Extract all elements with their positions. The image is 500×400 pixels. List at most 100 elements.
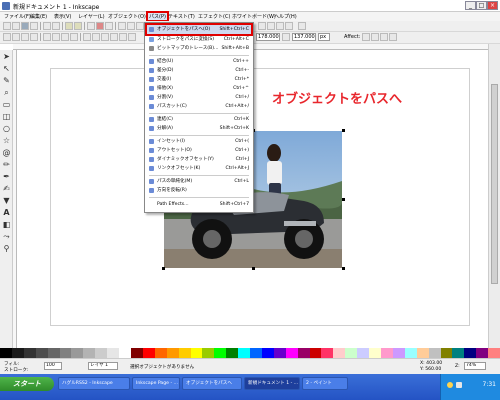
- color-swatch[interactable]: [309, 348, 322, 358]
- menu-item-reverse[interactable]: 方向を反転(R): [147, 186, 251, 195]
- menu-item-trace-bitmap[interactable]: ビットマップのトレース(B)... Shift+Alt+B: [147, 44, 251, 53]
- preferences-icon[interactable]: [298, 22, 306, 30]
- lower-bottom-icon[interactable]: [70, 33, 78, 41]
- color-swatch[interactable]: [369, 348, 381, 358]
- color-swatch[interactable]: [83, 348, 96, 358]
- width-field[interactable]: 178.000: [256, 33, 280, 41]
- menu-whiteboard[interactable]: ホワイトボード(W): [232, 13, 276, 20]
- color-swatch[interactable]: [440, 348, 453, 358]
- new-document-icon[interactable]: [3, 22, 11, 30]
- vertical-scrollbar[interactable]: [488, 44, 500, 348]
- color-swatch[interactable]: [35, 348, 48, 358]
- color-swatch[interactable]: [71, 348, 84, 358]
- menu-item-inset[interactable]: インセット(I) Ctrl+(: [147, 137, 251, 146]
- deselect-icon[interactable]: [101, 33, 109, 41]
- box3d-tool-icon[interactable]: ◫: [2, 112, 11, 121]
- zoom-selection-icon[interactable]: [118, 22, 126, 30]
- start-button[interactable]: スタート: [0, 377, 54, 391]
- menu-text[interactable]: テキスト(T): [168, 13, 195, 20]
- tweak-tool-icon[interactable]: ✎: [2, 76, 11, 85]
- opacity-field[interactable]: 100: [44, 362, 62, 370]
- menu-item-break-apart[interactable]: 分解(A) Shift+Ctrl+K: [147, 124, 251, 133]
- menu-object[interactable]: オブジェクト(O): [108, 13, 146, 20]
- fill-stroke-icon[interactable]: [267, 22, 275, 30]
- flip-vertical-icon[interactable]: [30, 33, 38, 41]
- gradient-tool-icon[interactable]: ◧: [2, 220, 11, 229]
- color-swatch[interactable]: [190, 348, 203, 358]
- menu-item-path-effects[interactable]: Path Effects... Shift+Ctrl+7: [147, 200, 251, 209]
- selection-handle[interactable]: [162, 267, 165, 270]
- flip-horizontal-icon[interactable]: [21, 33, 29, 41]
- paste-icon[interactable]: [96, 22, 104, 30]
- move-patterns-icon[interactable]: [389, 33, 397, 41]
- color-swatch[interactable]: [345, 348, 358, 358]
- color-swatch[interactable]: [23, 348, 36, 358]
- raise-top-icon[interactable]: [43, 33, 51, 41]
- taskbar-item-active[interactable]: 新規ドキュメント 1 - ...: [244, 377, 300, 390]
- move-gradients-icon[interactable]: [380, 33, 388, 41]
- scale-stroke-icon[interactable]: [362, 33, 370, 41]
- select-all-icon[interactable]: [83, 33, 91, 41]
- align-distribute-icon[interactable]: [128, 33, 136, 41]
- open-icon[interactable]: [12, 22, 20, 30]
- color-swatch[interactable]: [178, 348, 191, 358]
- color-swatch[interactable]: [464, 348, 477, 358]
- menu-item-stroke-to-path[interactable]: ストロークをパスに変換(S) Ctrl+Alt+C: [147, 35, 251, 44]
- menu-item-linked-offset[interactable]: リンクオフセット(K) Ctrl+Alt+J: [147, 164, 251, 173]
- connector-tool-icon[interactable]: ⤳: [2, 232, 11, 241]
- save-icon[interactable]: [21, 22, 29, 30]
- color-swatch[interactable]: [107, 348, 120, 358]
- menu-layer[interactable]: レイヤー(L): [78, 13, 105, 20]
- color-swatch[interactable]: [357, 348, 370, 358]
- color-swatch[interactable]: [95, 348, 108, 358]
- color-swatch[interactable]: [130, 348, 143, 358]
- select-all-layers-icon[interactable]: [92, 33, 100, 41]
- color-swatch[interactable]: [226, 348, 239, 358]
- menu-item-difference[interactable]: 差分(D) Ctrl+-: [147, 66, 251, 75]
- color-swatch[interactable]: [214, 348, 227, 358]
- rotate-ccw-icon[interactable]: [3, 33, 11, 41]
- color-swatch[interactable]: [452, 348, 465, 358]
- color-swatch[interactable]: [59, 348, 72, 358]
- text-font-icon[interactable]: [276, 22, 284, 30]
- taskbar-item[interactable]: オブジェクトをパスへ: [182, 377, 242, 390]
- color-swatch[interactable]: [238, 348, 251, 358]
- scrollbar-thumb[interactable]: [491, 84, 498, 284]
- xml-editor-icon[interactable]: [258, 22, 266, 30]
- import-icon[interactable]: [43, 22, 51, 30]
- taskbar-item[interactable]: ハグルRSS2 - Inkscape: [58, 377, 130, 390]
- tray-icon[interactable]: [456, 382, 462, 388]
- menu-item-simplify[interactable]: パスの単純化(M) Ctrl+L: [147, 177, 251, 186]
- menu-view[interactable]: 表示(V): [54, 13, 71, 20]
- menu-item-dynamic-offset[interactable]: ダイナミックオフセット(Y) Ctrl+J: [147, 155, 251, 164]
- color-swatch[interactable]: [202, 348, 215, 358]
- color-swatch[interactable]: [476, 348, 489, 358]
- menu-item-union[interactable]: 結合(U) Ctrl++: [147, 57, 251, 66]
- paint-bucket-tool-icon[interactable]: ▼: [2, 196, 11, 205]
- text-tool-icon[interactable]: A: [2, 208, 11, 217]
- pen-tool-icon[interactable]: ✒: [2, 172, 11, 181]
- tray-icon[interactable]: [447, 382, 453, 388]
- minimize-button[interactable]: _: [465, 1, 476, 10]
- selection-handle[interactable]: [342, 198, 345, 201]
- color-swatch[interactable]: [261, 348, 274, 358]
- taskbar-item[interactable]: Inkscape Page - ...: [132, 377, 180, 390]
- ellipse-tool-icon[interactable]: ○: [2, 124, 11, 133]
- ungroup-icon[interactable]: [119, 33, 127, 41]
- undo-icon[interactable]: [65, 22, 73, 30]
- selection-handle[interactable]: [342, 267, 345, 270]
- lower-icon[interactable]: [61, 33, 69, 41]
- color-swatch[interactable]: [119, 348, 131, 358]
- menu-item-exclusion[interactable]: 排他(X) Ctrl+^: [147, 84, 251, 93]
- menu-item-outset[interactable]: アウトセット(O) Ctrl+): [147, 146, 251, 155]
- color-swatch[interactable]: [285, 348, 298, 358]
- color-swatch[interactable]: [333, 348, 346, 358]
- pencil-tool-icon[interactable]: ✏: [2, 160, 11, 169]
- raise-icon[interactable]: [52, 33, 60, 41]
- print-icon[interactable]: [30, 22, 38, 30]
- menu-effects[interactable]: エフェクト(C): [198, 13, 230, 20]
- redo-icon[interactable]: [74, 22, 82, 30]
- color-swatch[interactable]: [416, 348, 429, 358]
- selection-handle[interactable]: [342, 129, 345, 132]
- rectangle-tool-icon[interactable]: ▭: [2, 100, 11, 109]
